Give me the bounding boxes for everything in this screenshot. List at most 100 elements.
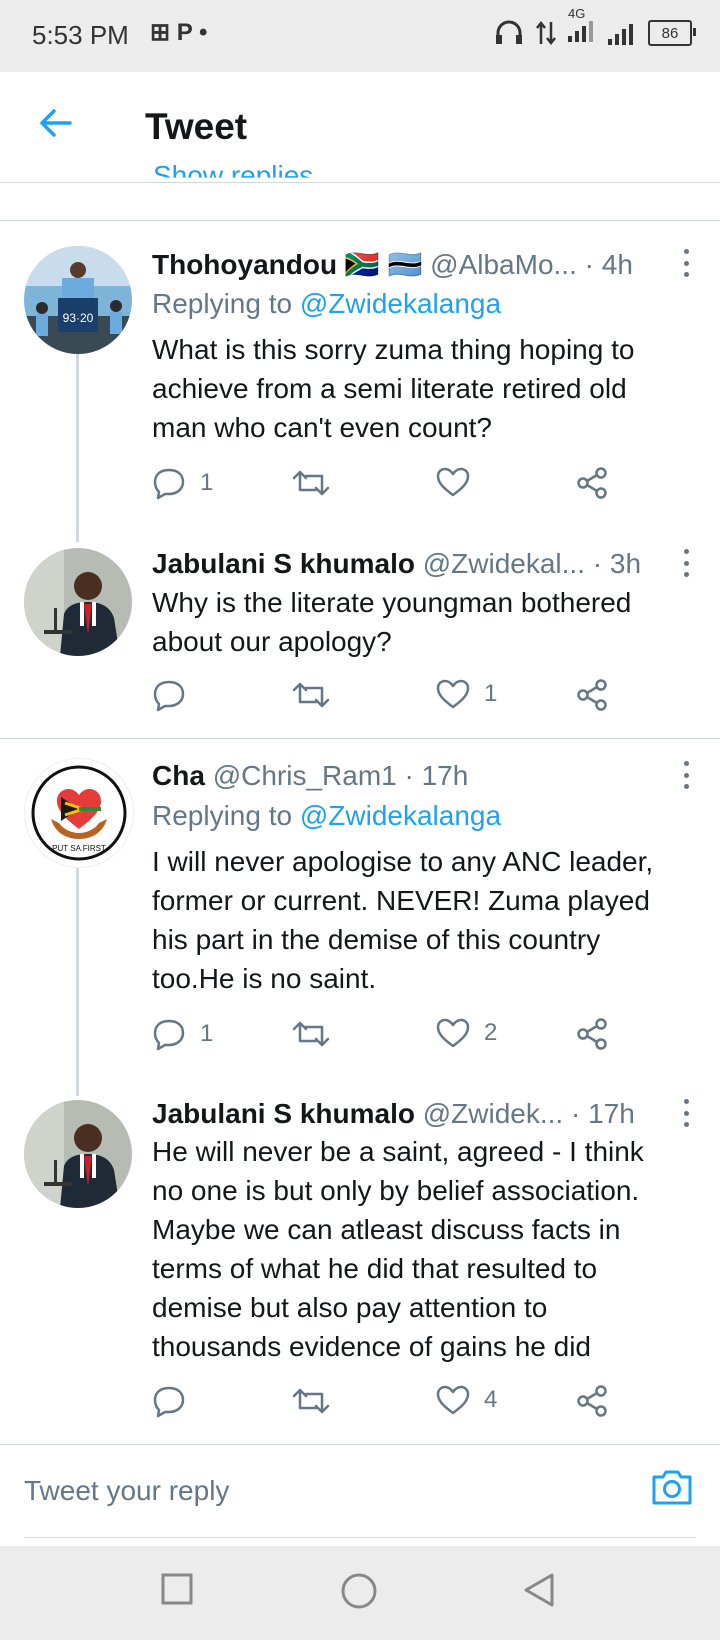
circle-icon xyxy=(341,1573,377,1609)
retweet-button[interactable] xyxy=(292,1017,330,1051)
tweet-text: What is this sorry zuma thing hoping to … xyxy=(152,334,635,443)
thread-line xyxy=(76,354,79,542)
reply-button[interactable]: 1 xyxy=(152,1017,213,1051)
tweet-author-handle[interactable]: @Zwidek... xyxy=(423,1098,563,1129)
tweet-actions: 4 xyxy=(152,1384,632,1424)
heart-icon xyxy=(436,467,470,497)
svg-text:PUT SA FIRST: PUT SA FIRST xyxy=(52,844,106,853)
show-replies-link[interactable]: Show replies xyxy=(153,160,313,178)
share-button[interactable] xyxy=(576,1384,608,1418)
divider xyxy=(0,738,720,739)
avatar[interactable]: 93·20 xyxy=(24,246,132,354)
tweet-header: Cha @Chris_Ram1 · 17h xyxy=(152,760,682,792)
reply-button[interactable] xyxy=(152,1384,186,1418)
tweet-author-name[interactable]: Cha xyxy=(152,760,205,791)
svg-text:93·20: 93·20 xyxy=(63,311,94,325)
tweet-time: · 17h xyxy=(570,1098,635,1129)
tweet-actions: 1 2 xyxy=(152,1017,632,1057)
data-arrows-icon xyxy=(536,20,556,46)
retweet-icon xyxy=(292,470,330,496)
share-icon xyxy=(577,1018,607,1050)
share-icon xyxy=(577,467,607,499)
recents-button[interactable] xyxy=(160,1572,194,1611)
like-button[interactable] xyxy=(436,466,470,498)
reply-icon xyxy=(153,1386,185,1418)
share-icon xyxy=(577,679,607,711)
tweet-header: Thohoyandou 🇿🇦 🇧🇼 @AlbaMo... · 4h xyxy=(152,248,682,281)
retweet-button[interactable] xyxy=(292,678,330,712)
tweet-author-handle[interactable]: @Chris_Ram1 xyxy=(213,760,397,791)
back-nav-button[interactable] xyxy=(522,1572,556,1613)
status-right-icons: 4G 86 xyxy=(494,6,696,48)
more-options-button[interactable] xyxy=(682,249,690,277)
retweet-icon xyxy=(292,1021,330,1047)
replying-prefix: Replying to xyxy=(152,800,293,831)
avatar[interactable] xyxy=(24,548,132,656)
divider xyxy=(0,220,720,221)
tweet-text: Why is the literate youngman bothered ab… xyxy=(152,587,632,657)
network-type: 4G xyxy=(568,6,586,21)
tweet-text: I will never apologise to any ANC leader… xyxy=(152,846,654,994)
tweet-author-name[interactable]: Jabulani S khumalo xyxy=(152,548,415,579)
tweet-actions: 1 xyxy=(152,678,632,718)
more-options-button[interactable] xyxy=(682,549,690,577)
headset-icon xyxy=(496,20,522,44)
tweet-author-handle[interactable]: @Zwidekal... xyxy=(423,548,585,579)
back-button[interactable] xyxy=(38,108,72,143)
status-bar: 5:53 PM ⊞ P • 4G 86 xyxy=(0,0,720,72)
share-button[interactable] xyxy=(576,466,608,500)
tweet-time: · 4h xyxy=(584,249,633,280)
like-count: 4 xyxy=(484,1386,498,1413)
like-count: 1 xyxy=(484,680,498,707)
reply-count: 1 xyxy=(200,469,214,496)
tweet-actions: 1 xyxy=(152,466,632,506)
avatar[interactable] xyxy=(24,1100,132,1208)
retweet-button[interactable] xyxy=(292,1384,330,1418)
flag-icons: 🇿🇦 🇧🇼 xyxy=(344,249,423,280)
reply-icon xyxy=(153,680,185,712)
like-button[interactable]: 2 xyxy=(436,1017,497,1049)
status-time: 5:53 PM xyxy=(32,20,129,50)
tweet-author-name[interactable]: Thohoyandou xyxy=(152,249,337,280)
app-bar: Tweet xyxy=(0,72,720,183)
camera-button[interactable] xyxy=(650,1467,694,1512)
camera-icon xyxy=(652,1470,692,1505)
share-button[interactable] xyxy=(576,678,608,712)
replying-prefix: Replying to xyxy=(152,288,293,319)
reply-count: 1 xyxy=(200,1020,214,1047)
reply-input[interactable]: Tweet your reply xyxy=(24,1475,229,1507)
retweet-icon xyxy=(292,1388,330,1414)
replying-to: Replying to @Zwidekalanga xyxy=(152,288,501,320)
reply-button[interactable] xyxy=(152,678,186,712)
retweet-button[interactable] xyxy=(292,466,330,500)
tweet-time: · 17h xyxy=(404,760,469,791)
avatar[interactable]: PUT SA FIRST xyxy=(24,758,134,868)
tweet-author-handle[interactable]: @AlbaMo... xyxy=(430,249,577,280)
tweet-header: Jabulani S khumalo @Zwidekal... · 3h xyxy=(152,548,682,580)
arrow-left-icon xyxy=(40,109,72,137)
reply-icon xyxy=(153,468,185,500)
share-icon xyxy=(577,1385,607,1417)
replying-handle-link[interactable]: @Zwidekalanga xyxy=(300,288,501,319)
share-button[interactable] xyxy=(576,1017,608,1051)
signal-4g-icon: 4G xyxy=(568,6,596,48)
system-nav-bar xyxy=(0,1546,720,1640)
reply-underline xyxy=(24,1537,696,1538)
tweet-time: · 3h xyxy=(592,548,642,579)
reply-button[interactable]: 1 xyxy=(152,466,213,500)
tweet-author-name[interactable]: Jabulani S khumalo xyxy=(152,1098,415,1129)
reply-composer: Tweet your reply xyxy=(0,1444,720,1545)
more-options-button[interactable] xyxy=(682,1099,690,1127)
more-options-button[interactable] xyxy=(682,761,690,789)
replying-handle-link[interactable]: @Zwidekalanga xyxy=(300,800,501,831)
home-button[interactable] xyxy=(340,1572,378,1615)
replying-to: Replying to @Zwidekalanga xyxy=(152,800,501,832)
heart-icon xyxy=(436,679,470,709)
reply-icon xyxy=(153,1019,185,1051)
like-button[interactable]: 4 xyxy=(436,1384,497,1416)
signal-icon xyxy=(608,24,633,45)
like-button[interactable]: 1 xyxy=(436,678,497,710)
battery-icon: 86 xyxy=(648,20,696,46)
battery-level: 86 xyxy=(661,24,679,42)
retweet-icon xyxy=(292,682,330,708)
